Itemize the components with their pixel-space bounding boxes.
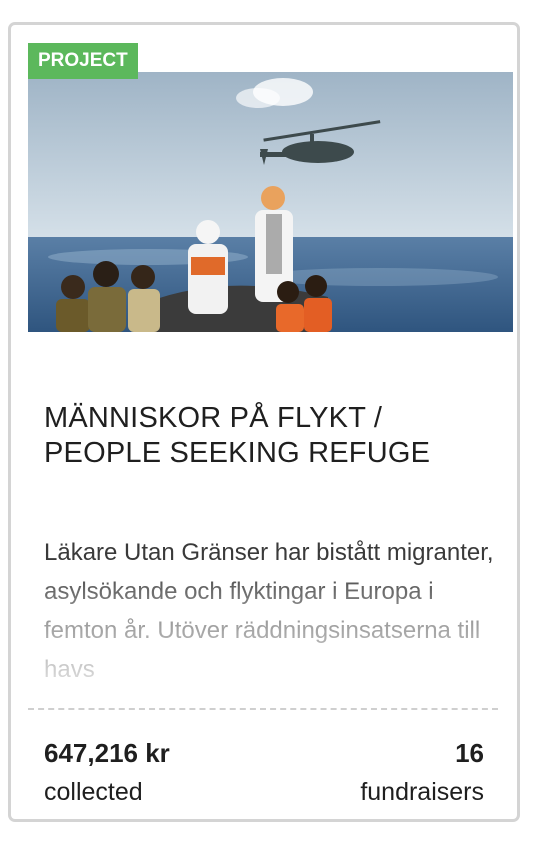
project-badge: PROJECT bbox=[28, 43, 138, 79]
fundraisers-stat: 16 fundraisers bbox=[360, 737, 484, 809]
collected-label: collected bbox=[44, 778, 143, 806]
fundraisers-label: fundraisers bbox=[360, 778, 484, 806]
fundraisers-count: 16 bbox=[455, 738, 484, 768]
project-card[interactable]: PROJECT MÄNNISKOR PÅ FLYKT / PEOPLE SEEK… bbox=[8, 22, 520, 822]
divider bbox=[28, 708, 498, 710]
collected-amount: 647,216 kr bbox=[44, 738, 170, 768]
project-description: Läkare Utan Gränser har bistått migrante… bbox=[44, 539, 494, 683]
project-title[interactable]: MÄNNISKOR PÅ FLYKT / PEOPLE SEEKING REFU… bbox=[44, 401, 494, 471]
rescue-photo bbox=[28, 72, 513, 332]
project-image[interactable] bbox=[28, 72, 513, 332]
collected-stat: 647,216 kr collected bbox=[44, 737, 170, 809]
